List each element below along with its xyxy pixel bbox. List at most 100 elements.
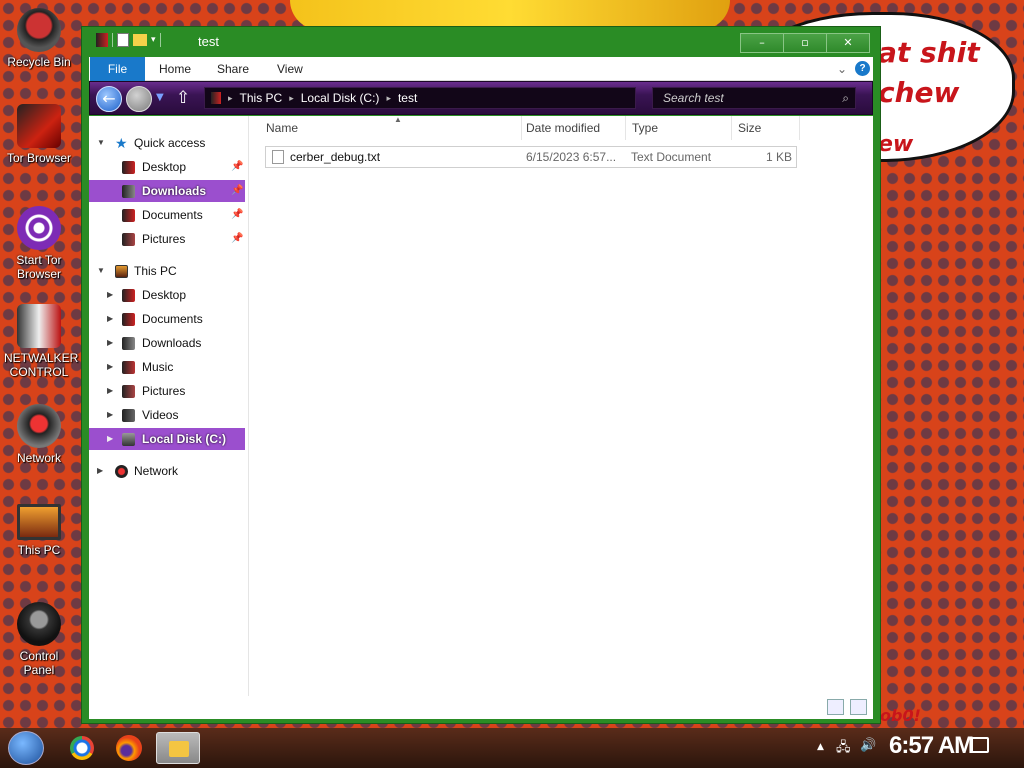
ribbon-expand-icon[interactable]: ⌄ (837, 57, 847, 81)
tab-home[interactable]: Home (159, 57, 191, 81)
caption-buttons: – ▫ ✕ (740, 33, 870, 53)
collapsed-chevron-icon[interactable]: ▶ (107, 356, 113, 378)
desktop-icon-network[interactable]: Network (4, 404, 74, 465)
details-view-icon[interactable] (827, 699, 844, 715)
nav-pc-local-disk[interactable]: ▶ Local Disk (C:) (89, 428, 245, 450)
pictures-folder-icon (122, 233, 135, 246)
nav-pc-videos[interactable]: ▶ Videos (89, 404, 245, 426)
expanded-chevron-icon[interactable]: ▼ (97, 260, 105, 282)
collapsed-chevron-icon[interactable]: ▶ (107, 428, 113, 450)
back-button[interactable]: ← (96, 86, 122, 112)
collapsed-chevron-icon[interactable]: ▶ (107, 332, 113, 354)
column-header-size[interactable]: Size (732, 116, 800, 140)
collapsed-chevron-icon[interactable]: ▶ (107, 308, 113, 330)
nav-pc-desktop[interactable]: ▶ Desktop (89, 284, 245, 306)
up-button[interactable]: ⇧ (176, 88, 190, 108)
recent-locations-dropdown-icon[interactable]: ▼ (156, 92, 164, 103)
qat-dropdown-icon[interactable]: ▾ (151, 35, 156, 45)
title-bar[interactable]: ▾ test – ▫ ✕ (82, 27, 880, 57)
nav-pc-downloads[interactable]: ▶ Downloads (89, 332, 245, 354)
chrome-icon[interactable] (70, 736, 94, 760)
nav-qa-downloads[interactable]: Downloads 📌 (89, 180, 245, 202)
control-panel-icon (17, 602, 61, 646)
ribbon-tabs: File Home Share View ⌄ ? (89, 57, 873, 81)
column-header-date[interactable]: Date modified (520, 116, 626, 140)
column-header-type[interactable]: Type (626, 116, 732, 140)
file-name: cerber_debug.txt (290, 150, 381, 164)
breadcrumb-this-pc[interactable]: This PC (240, 91, 283, 105)
file-explorer-taskbar-button[interactable] (156, 732, 200, 764)
desktop-icon-recycle-bin[interactable]: Recycle Bin (4, 8, 74, 69)
tor-browser-icon (17, 104, 61, 148)
app-icon[interactable] (96, 33, 108, 47)
tab-share[interactable]: Share (217, 57, 249, 81)
nav-label: Pictures (142, 232, 186, 246)
pin-icon[interactable]: 📌 (231, 156, 243, 178)
large-icons-view-icon[interactable] (850, 699, 867, 715)
collapsed-chevron-icon[interactable]: ▶ (107, 380, 113, 402)
nav-label: Local Disk (C:) (142, 432, 227, 446)
breadcrumb-test[interactable]: test (398, 91, 417, 105)
arrow-left-icon: ← (102, 89, 116, 108)
breadcrumb-separator-icon[interactable]: ▸ (228, 93, 233, 104)
show-hidden-icons-icon[interactable]: ▲ (817, 742, 824, 752)
desktop-icon-control-panel[interactable]: Control Panel (4, 602, 74, 677)
nav-pc-music[interactable]: ▶ Music (89, 356, 245, 378)
notifications-icon[interactable] (971, 737, 989, 753)
breadcrumb[interactable]: ▸ This PC ▸ Local Disk (C:) ▸ test (204, 87, 636, 109)
nav-qa-documents[interactable]: Documents 📌 (89, 204, 245, 226)
breadcrumb-separator-icon[interactable]: ▸ (289, 93, 294, 104)
explorer-window: ▾ test – ▫ ✕ File Home Share View ⌄ ? ← … (81, 26, 881, 724)
new-folder-icon[interactable] (133, 34, 147, 46)
pin-icon[interactable]: 📌 (231, 204, 243, 226)
desktop-icon-tor-browser[interactable]: Tor Browser (4, 104, 74, 165)
nav-label: Music (142, 360, 174, 374)
collapsed-chevron-icon[interactable]: ▶ (97, 460, 103, 482)
arrow-up-icon: ⇧ (176, 88, 191, 108)
properties-icon[interactable] (117, 33, 129, 47)
nav-qa-desktop[interactable]: Desktop 📌 (89, 156, 245, 178)
close-button[interactable]: ✕ (826, 33, 870, 53)
nav-quick-access[interactable]: ▼ ★ Quick access (89, 132, 245, 154)
pin-icon[interactable]: 📌 (231, 228, 243, 250)
videos-folder-icon (122, 409, 135, 422)
nav-qa-pictures[interactable]: Pictures 📌 (89, 228, 245, 250)
netwalker-icon (17, 304, 61, 348)
file-list[interactable]: Name ▲ Date modified Type Size cerber_de… (250, 115, 873, 696)
recycle-bin-icon (17, 8, 61, 52)
nav-pc-documents[interactable]: ▶ Documents (89, 308, 245, 330)
help-icon[interactable]: ? (855, 61, 870, 76)
desktop-icon-start-tor[interactable]: Start Tor Browser (4, 206, 74, 281)
clock[interactable]: 6:57 AM (889, 732, 974, 760)
nav-this-pc[interactable]: ▼ This PC (89, 260, 245, 282)
collapsed-chevron-icon[interactable]: ▶ (107, 404, 113, 426)
expanded-chevron-icon[interactable]: ▼ (97, 132, 105, 154)
network-tray-icon[interactable]: 🖧 (836, 738, 851, 760)
forward-button[interactable] (126, 86, 152, 112)
search-input[interactable]: Search test ⌕ (652, 87, 856, 109)
nav-pc-pictures[interactable]: ▶ Pictures (89, 380, 245, 402)
tab-file[interactable]: File (90, 57, 145, 81)
desktop-icon-label: This PC (17, 543, 61, 557)
search-icon[interactable]: ⌕ (842, 88, 849, 108)
desktop-icon-this-pc[interactable]: This PC (4, 504, 74, 557)
pin-icon[interactable]: 📌 (231, 180, 243, 202)
file-row[interactable]: cerber_debug.txt 6/15/2023 6:57... Text … (265, 146, 797, 168)
navigation-pane[interactable]: ▼ ★ Quick access Desktop 📌 Downloads 📌 D… (89, 116, 249, 696)
maximize-button[interactable]: ▫ (783, 33, 827, 53)
tab-view[interactable]: View (277, 57, 303, 81)
nav-label: Videos (142, 408, 179, 422)
start-button[interactable] (8, 731, 44, 765)
firefox-icon[interactable] (116, 735, 142, 761)
minimize-button[interactable]: – (740, 33, 784, 53)
music-folder-icon (122, 361, 135, 374)
nav-network[interactable]: ▶ Network (89, 460, 245, 482)
volume-icon[interactable]: 🔊 (860, 738, 876, 753)
star-icon: ★ (115, 135, 128, 151)
desktop-icon-netwalker[interactable]: NETWALKER CONTROL (4, 304, 78, 379)
breadcrumb-separator-icon[interactable]: ▸ (386, 93, 391, 104)
monitor-icon (17, 504, 61, 540)
collapsed-chevron-icon[interactable]: ▶ (107, 284, 113, 306)
column-header-name[interactable]: Name ▲ (260, 115, 522, 140)
breadcrumb-local-disk[interactable]: Local Disk (C:) (301, 91, 380, 105)
